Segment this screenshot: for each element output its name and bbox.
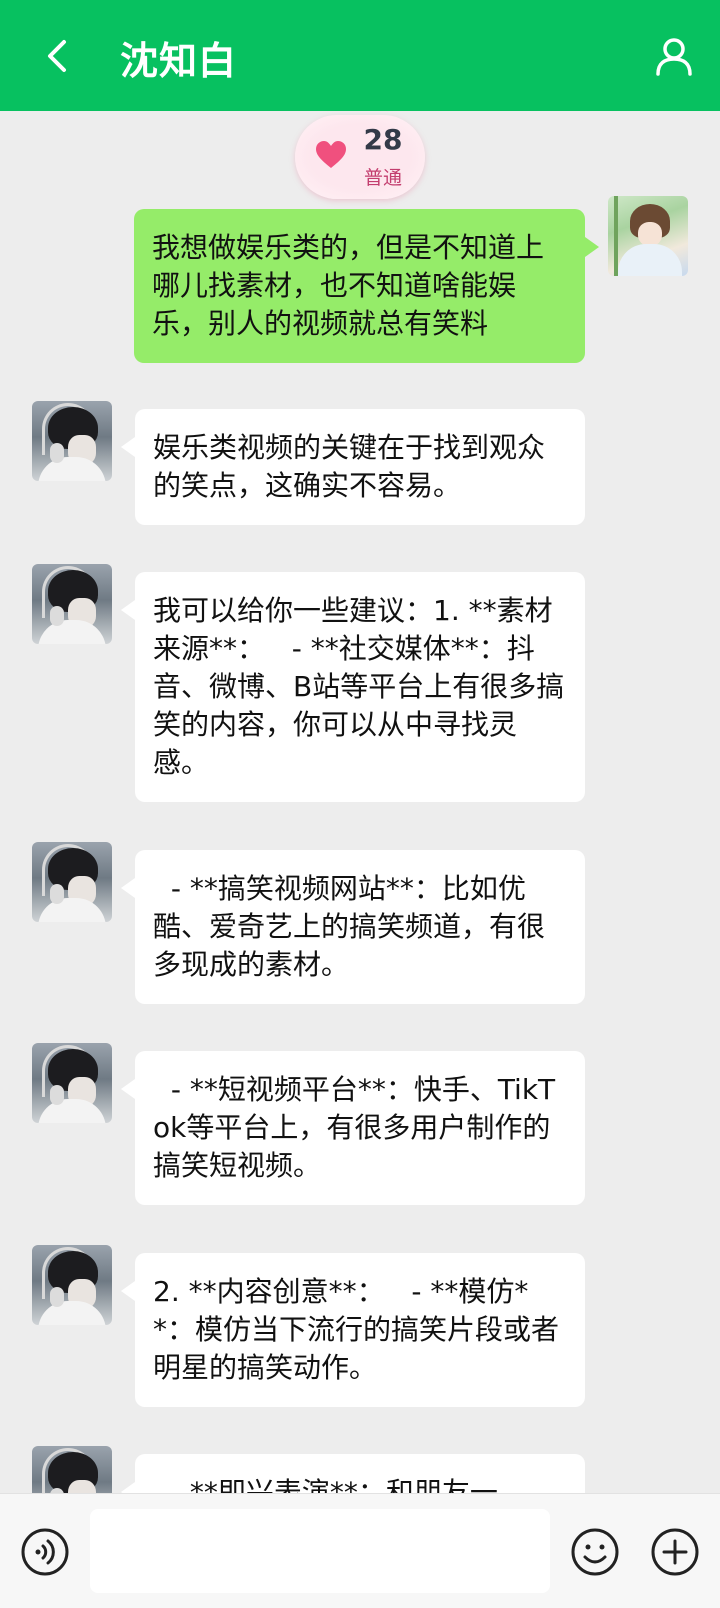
contact-avatar[interactable] xyxy=(32,564,112,644)
my-avatar[interactable] xyxy=(608,196,688,276)
user-profile-icon[interactable] xyxy=(654,36,694,76)
message-list[interactable]: 我想做娱乐类的，但是不知道上哪儿找素材，也不知道啥能娱乐，别人的视频就总有笑料 … xyxy=(0,111,720,1493)
incoming-message[interactable]: 2. **内容创意**： - **模仿**：模仿当下流行的搞笑片段或者明星的搞笑… xyxy=(121,1253,585,1407)
contact-avatar[interactable] xyxy=(32,1043,112,1123)
incoming-message[interactable]: 娱乐类视频的关键在于找到观众的笑点，这确实不容易。 xyxy=(121,409,585,525)
outgoing-message[interactable]: 我想做娱乐类的，但是不知道上哪儿找素材，也不知道啥能娱乐，别人的视频就总有笑料 xyxy=(134,209,599,363)
incoming-message[interactable]: - **即兴表演**：和朋友一 xyxy=(121,1454,585,1493)
incoming-message[interactable]: 我可以给你一些建议：1. **素材来源**： - **社交媒体**：抖音、微博、… xyxy=(121,572,585,802)
contact-avatar[interactable] xyxy=(32,842,112,922)
chat-title: 沈知白 xyxy=(120,39,238,83)
top-bar: 沈知白 xyxy=(0,0,720,111)
message-input[interactable] xyxy=(90,1509,550,1593)
incoming-message[interactable]: - **短视频平台**：快手、TikTok等平台上，有很多用户制作的搞笑短视频。 xyxy=(121,1051,585,1205)
back-arrow-icon[interactable] xyxy=(38,36,78,76)
incoming-message[interactable]: - **搞笑视频网站**：比如优酷、爱奇艺上的搞笑频道，有很多现成的素材。 xyxy=(121,850,585,1004)
voice-input-icon[interactable] xyxy=(20,1527,70,1577)
contact-avatar[interactable] xyxy=(32,1446,112,1493)
plus-icon[interactable] xyxy=(650,1527,700,1577)
input-bar xyxy=(0,1493,720,1608)
emoji-icon[interactable] xyxy=(570,1527,620,1577)
contact-avatar[interactable] xyxy=(32,1245,112,1325)
contact-avatar[interactable] xyxy=(32,401,112,481)
